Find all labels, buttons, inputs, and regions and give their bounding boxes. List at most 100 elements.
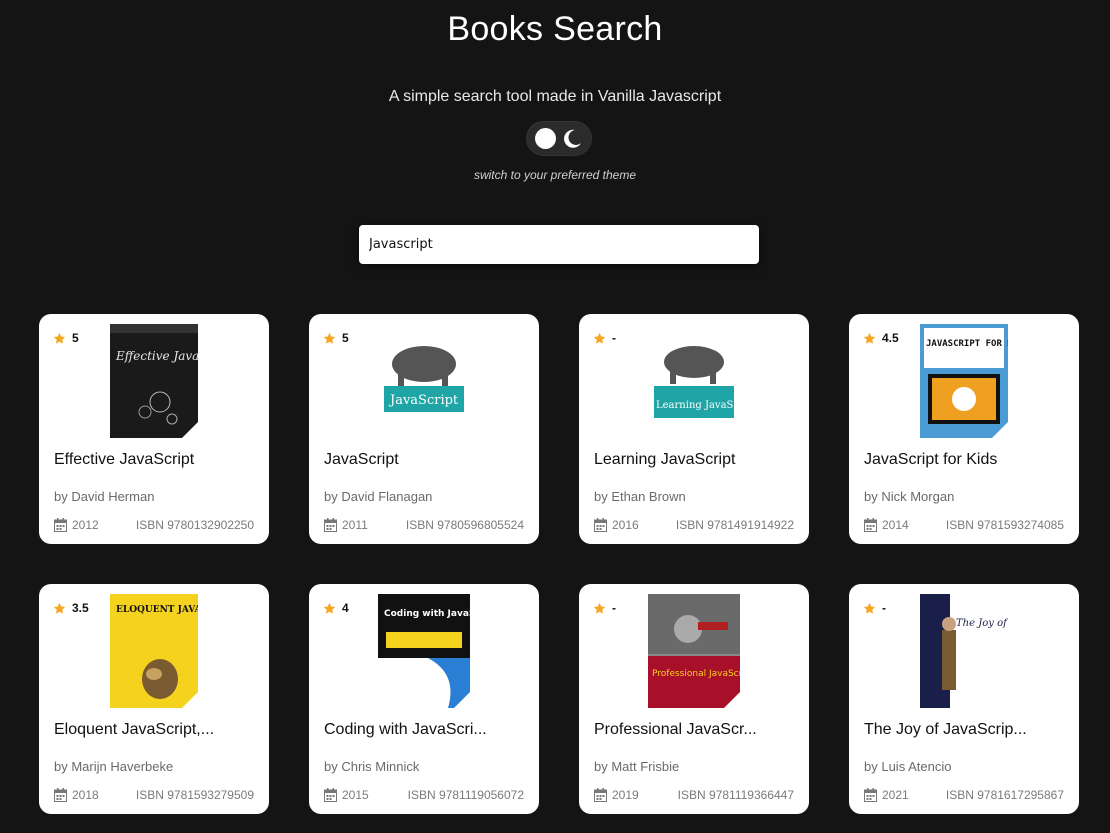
book-isbn: 9781617295867 bbox=[977, 788, 1064, 802]
book-year: 2019 bbox=[612, 788, 639, 802]
star-icon bbox=[323, 332, 336, 344]
rating-value: 4.5 bbox=[882, 331, 899, 345]
book-cover: The Joy of JavaScript bbox=[920, 594, 1008, 708]
search-input[interactable] bbox=[359, 225, 759, 264]
calendar-icon bbox=[594, 518, 607, 532]
book-isbn: 9781491914922 bbox=[707, 518, 794, 532]
calendar-icon bbox=[324, 788, 337, 802]
isbn-label: ISBN bbox=[675, 518, 704, 532]
book-isbn: 9781593274085 bbox=[977, 518, 1064, 532]
book-card[interactable]: 3.5 ELOQUENT JAVASCRIPT Eloquent JavaScr… bbox=[39, 584, 269, 814]
book-title[interactable]: Learning JavaScript bbox=[594, 451, 799, 469]
calendar-icon bbox=[864, 788, 877, 802]
book-isbn: 9781119366447 bbox=[709, 788, 794, 802]
book-title[interactable]: Professional JavaScr... bbox=[594, 721, 799, 739]
book-isbn: 9781119056072 bbox=[439, 788, 524, 802]
book-cover: Effective JavaScript bbox=[110, 324, 198, 438]
rating-value: - bbox=[612, 331, 616, 345]
rating-value: - bbox=[612, 601, 616, 615]
rating: 5 bbox=[323, 331, 349, 345]
book-cover: JAVASCRIPT FOR KIDS bbox=[920, 324, 1008, 438]
book-cover: ELOQUENT JAVASCRIPT bbox=[110, 594, 198, 708]
book-year: 2018 bbox=[72, 788, 99, 802]
book-isbn: 9780132902250 bbox=[167, 518, 254, 532]
isbn-label: ISBN bbox=[135, 518, 164, 532]
rating-value: 4 bbox=[342, 601, 349, 615]
cover-title: Learning JavaScript bbox=[656, 400, 738, 411]
book-title[interactable]: Eloquent JavaScript,... bbox=[54, 721, 259, 739]
book-card[interactable]: 5 JavaScript JavaScript by David Flanaga… bbox=[309, 314, 539, 544]
book-author: by Matt Frisbie bbox=[594, 759, 680, 774]
star-icon bbox=[323, 602, 336, 614]
book-author: by Chris Minnick bbox=[324, 759, 420, 774]
book-year: 2016 bbox=[612, 518, 639, 532]
theme-hint: switch to your preferred theme bbox=[473, 168, 637, 182]
star-icon bbox=[863, 332, 876, 344]
moon-icon[interactable] bbox=[561, 128, 583, 150]
rating: 3.5 bbox=[53, 601, 89, 615]
book-year: 2021 bbox=[882, 788, 909, 802]
book-year: 2012 bbox=[72, 518, 99, 532]
isbn-label: ISBN bbox=[677, 788, 706, 802]
book-card[interactable]: 5 Effective JavaScript Effective JavaScr… bbox=[39, 314, 269, 544]
book-card[interactable]: 4 Coding with JavaScript Coding with Jav… bbox=[309, 584, 539, 814]
book-author: by David Flanagan bbox=[324, 489, 433, 504]
cover-title: Coding with JavaScript bbox=[384, 609, 470, 619]
rating-value: 5 bbox=[342, 331, 349, 345]
book-author: by Marijn Haverbeke bbox=[54, 759, 174, 774]
rating: - bbox=[593, 331, 616, 345]
cover-title: JavaScript bbox=[388, 393, 459, 408]
book-cover: Coding with JavaScript bbox=[378, 594, 470, 708]
rating: 4 bbox=[323, 601, 349, 615]
star-icon bbox=[863, 602, 876, 614]
book-isbn: 9781593279509 bbox=[167, 788, 254, 802]
star-icon bbox=[593, 602, 606, 614]
calendar-icon bbox=[864, 518, 877, 532]
cover-title: JAVASCRIPT FOR KIDS bbox=[926, 339, 1008, 349]
book-cover: Learning JavaScript bbox=[650, 324, 738, 438]
cover-title: The Joy of JavaScript bbox=[956, 618, 1008, 629]
cover-title: ELOQUENT JAVASCRIPT bbox=[116, 605, 198, 615]
book-title[interactable]: Effective JavaScript bbox=[54, 451, 259, 469]
isbn-label: ISBN bbox=[405, 518, 434, 532]
cover-title: Professional JavaScript for Web Develope… bbox=[652, 669, 740, 679]
book-cover: Professional JavaScript for Web Develope… bbox=[648, 594, 740, 708]
book-author: by Luis Atencio bbox=[864, 759, 952, 774]
page-subtitle: A simple search tool made in Vanilla Jav… bbox=[388, 88, 722, 105]
book-card[interactable]: - Professional JavaScript for Web Develo… bbox=[579, 584, 809, 814]
book-author: by Ethan Brown bbox=[594, 489, 686, 504]
book-year: 2011 bbox=[342, 518, 368, 532]
rating: 4.5 bbox=[863, 331, 899, 345]
calendar-icon bbox=[54, 518, 67, 532]
star-icon bbox=[593, 332, 606, 344]
book-author: by David Herman bbox=[54, 489, 155, 504]
star-icon bbox=[53, 332, 66, 344]
book-title[interactable]: JavaScript for Kids bbox=[864, 451, 1069, 469]
calendar-icon bbox=[594, 788, 607, 802]
isbn-label: ISBN bbox=[945, 518, 974, 532]
book-year: 2014 bbox=[882, 518, 909, 532]
book-cover: JavaScript bbox=[380, 324, 468, 438]
star-icon bbox=[53, 602, 66, 614]
isbn-label: ISBN bbox=[945, 788, 974, 802]
calendar-icon bbox=[324, 518, 337, 532]
book-isbn: 9780596805524 bbox=[437, 518, 524, 532]
isbn-label: ISBN bbox=[135, 788, 164, 802]
rating-value: 5 bbox=[72, 331, 79, 345]
book-title[interactable]: The Joy of JavaScrip... bbox=[864, 721, 1069, 739]
book-year: 2015 bbox=[342, 788, 369, 802]
book-card[interactable]: 4.5 JAVASCRIPT FOR KIDS JavaScript for K… bbox=[849, 314, 1079, 544]
book-card[interactable]: - The Joy of JavaScript The Joy of JavaS… bbox=[849, 584, 1079, 814]
rating-value: - bbox=[882, 601, 886, 615]
rating-value: 3.5 bbox=[72, 601, 89, 615]
book-card[interactable]: - Learning JavaScript Learning JavaScrip… bbox=[579, 314, 809, 544]
rating: - bbox=[863, 601, 886, 615]
cover-title: Effective JavaScript bbox=[115, 349, 198, 363]
sun-icon[interactable] bbox=[535, 128, 557, 149]
page-title: Books Search bbox=[447, 10, 663, 48]
theme-toggle[interactable] bbox=[526, 121, 592, 156]
book-author: by Nick Morgan bbox=[864, 489, 955, 504]
book-title[interactable]: JavaScript bbox=[324, 451, 529, 469]
rating: - bbox=[593, 601, 616, 615]
book-title[interactable]: Coding with JavaScri... bbox=[324, 721, 529, 739]
